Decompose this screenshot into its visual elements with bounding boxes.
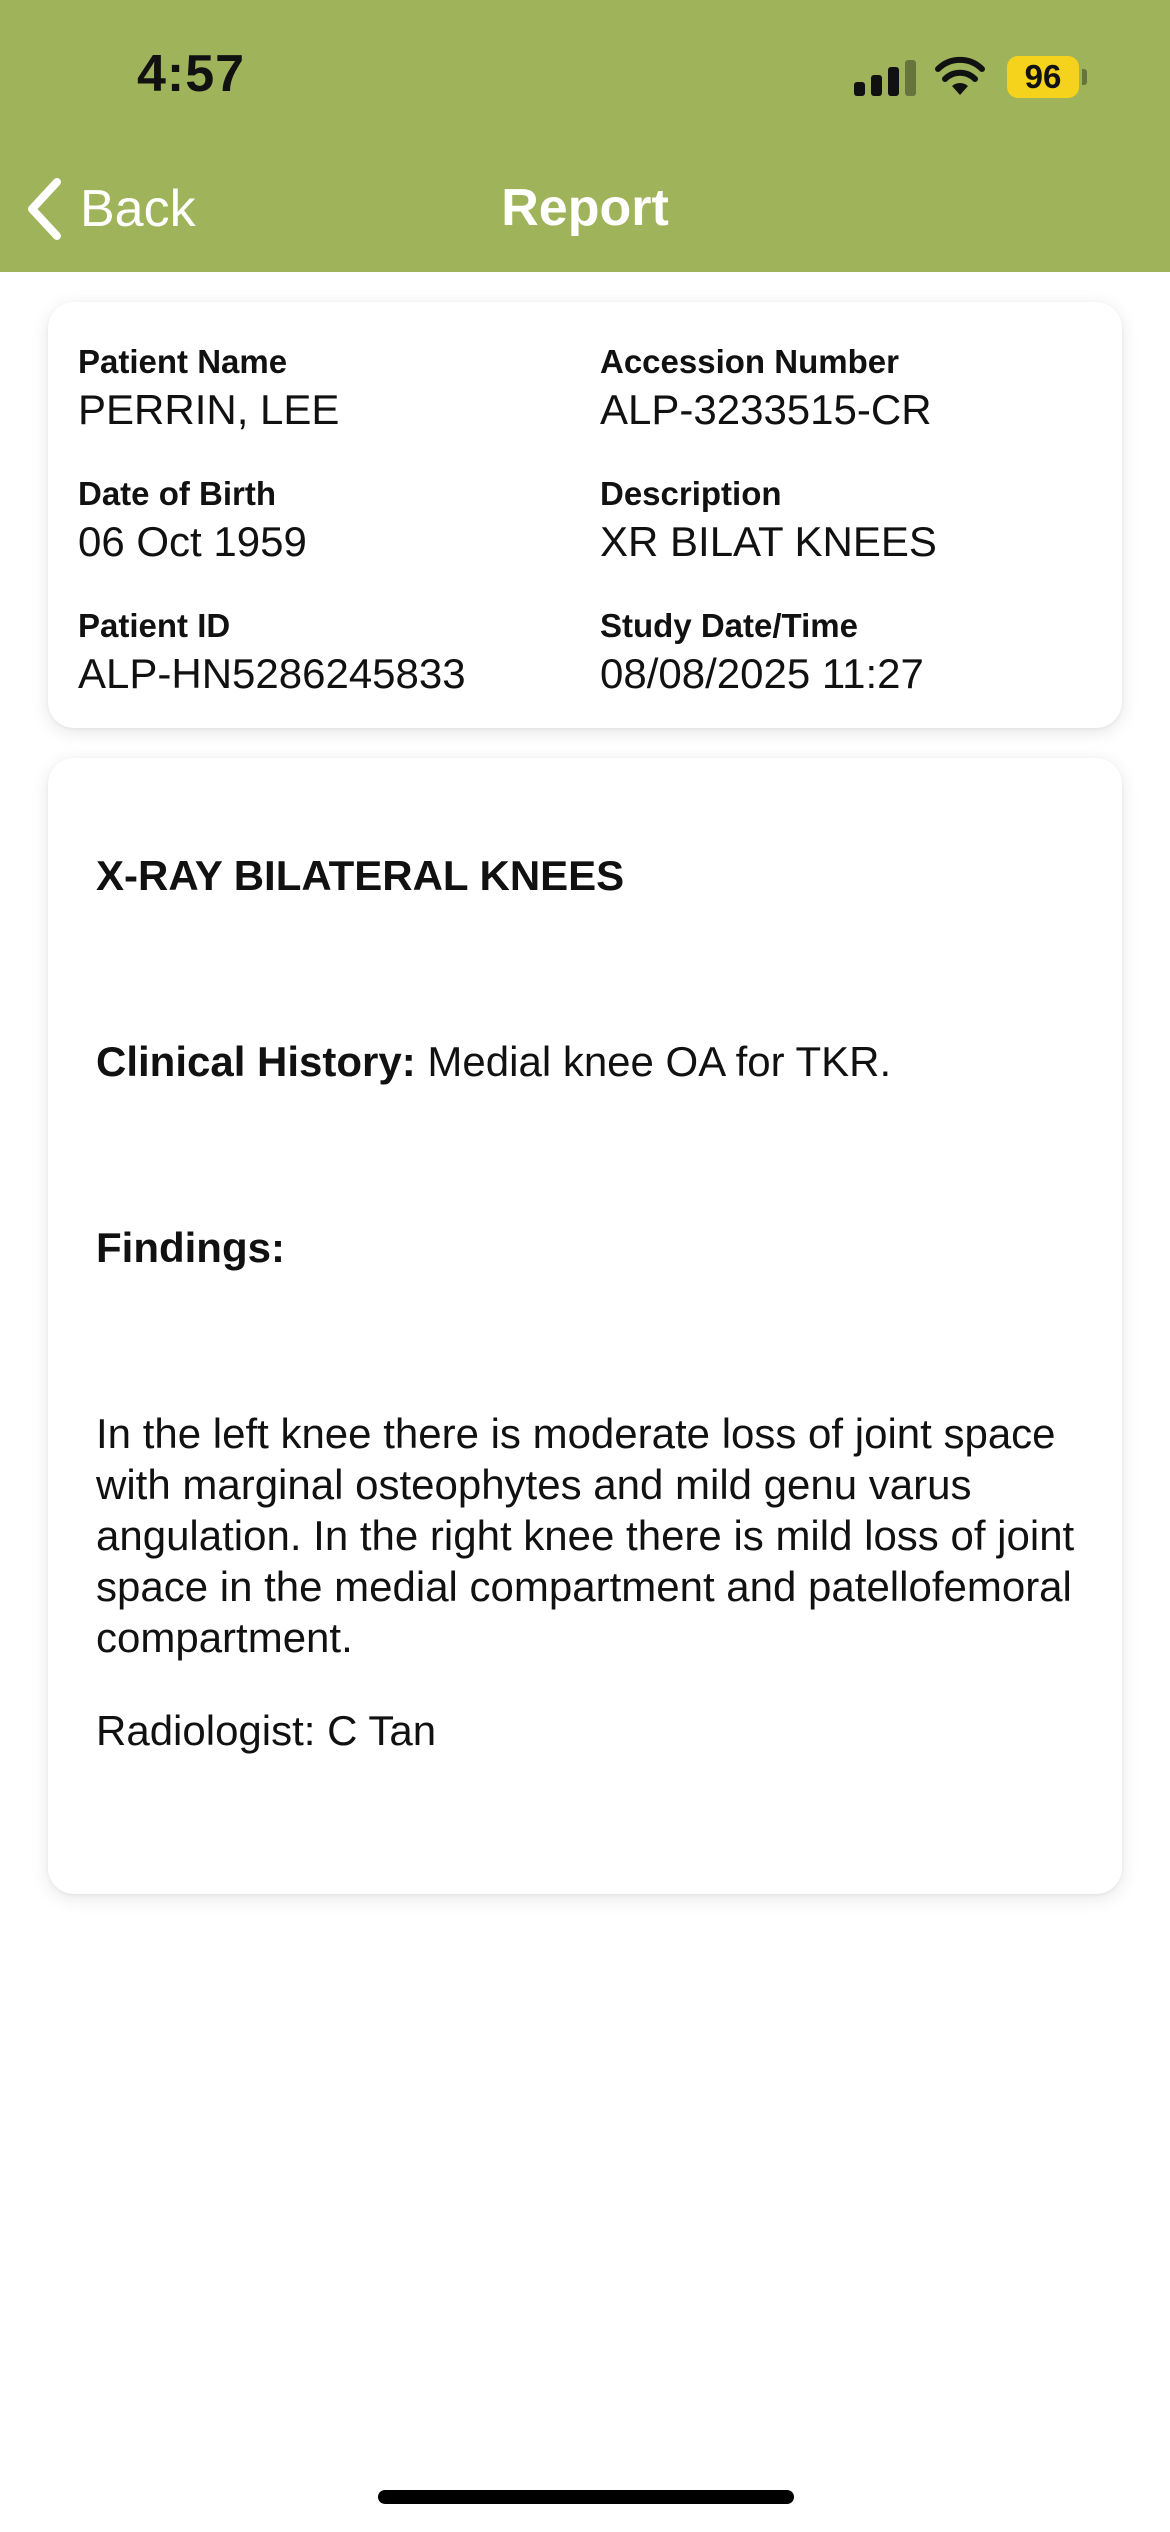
study-datetime-value: 08/08/2025 11:27 [600,650,924,697]
radiologist: Radiologist: C Tan [96,1707,437,1754]
description-label: Description [600,475,782,512]
study-datetime-field: Study Date/Time 08/08/2025 11:27 [600,606,1100,700]
page-title: Report [501,179,669,237]
study-datetime-label: Study Date/Time [600,607,858,644]
clinical-history-label: Clinical History: [96,1038,416,1085]
patient-id-value: ALP-HN5286245833 [78,650,466,697]
description-value: XR BILAT KNEES [600,518,937,565]
status-bar: 4:57 96 [0,0,1170,150]
battery-icon: 96 [1007,56,1087,98]
accession-number-label: Accession Number [600,343,899,380]
patient-name-label: Patient Name [78,343,288,380]
app-header: 4:57 96 Back Report [0,0,1170,272]
report-card: X-RAY BILATERAL KNEES Clinical History: … [48,758,1122,1894]
accession-number-field: Accession Number ALP-3233515-CR [600,342,1100,436]
accession-number-value: ALP-3233515-CR [600,386,932,433]
wifi-icon [935,56,985,95]
patient-name-field: Patient Name PERRIN, LEE [78,342,578,436]
date-of-birth-value: 06 Oct 1959 [78,518,307,565]
findings-text: In the left knee there is moderate loss … [96,1410,1075,1661]
patient-id-field: Patient ID ALP-HN5286245833 [78,606,578,700]
clinical-history: Clinical History: Medial knee OA for TKR… [96,1036,1096,1087]
patient-name-value: PERRIN, LEE [78,386,340,433]
navigation-bar: Back Report [0,150,1170,272]
date-of-birth-field: Date of Birth 06 Oct 1959 [78,474,578,568]
home-indicator[interactable] [378,2490,794,2504]
clinical-history-text: Medial knee OA for TKR. [427,1038,892,1085]
battery-level: 96 [1007,56,1079,98]
report-title: X-RAY BILATERAL KNEES [96,852,625,899]
findings-label: Findings: [96,1224,285,1271]
status-time: 4:57 [137,45,246,103]
date-of-birth-label: Date of Birth [78,475,276,512]
patient-info-card: Patient Name PERRIN, LEE Accession Numbe… [48,302,1122,728]
description-field: Description XR BILAT KNEES [600,474,1100,568]
patient-id-label: Patient ID [78,607,231,644]
cellular-signal-icon [854,60,916,96]
